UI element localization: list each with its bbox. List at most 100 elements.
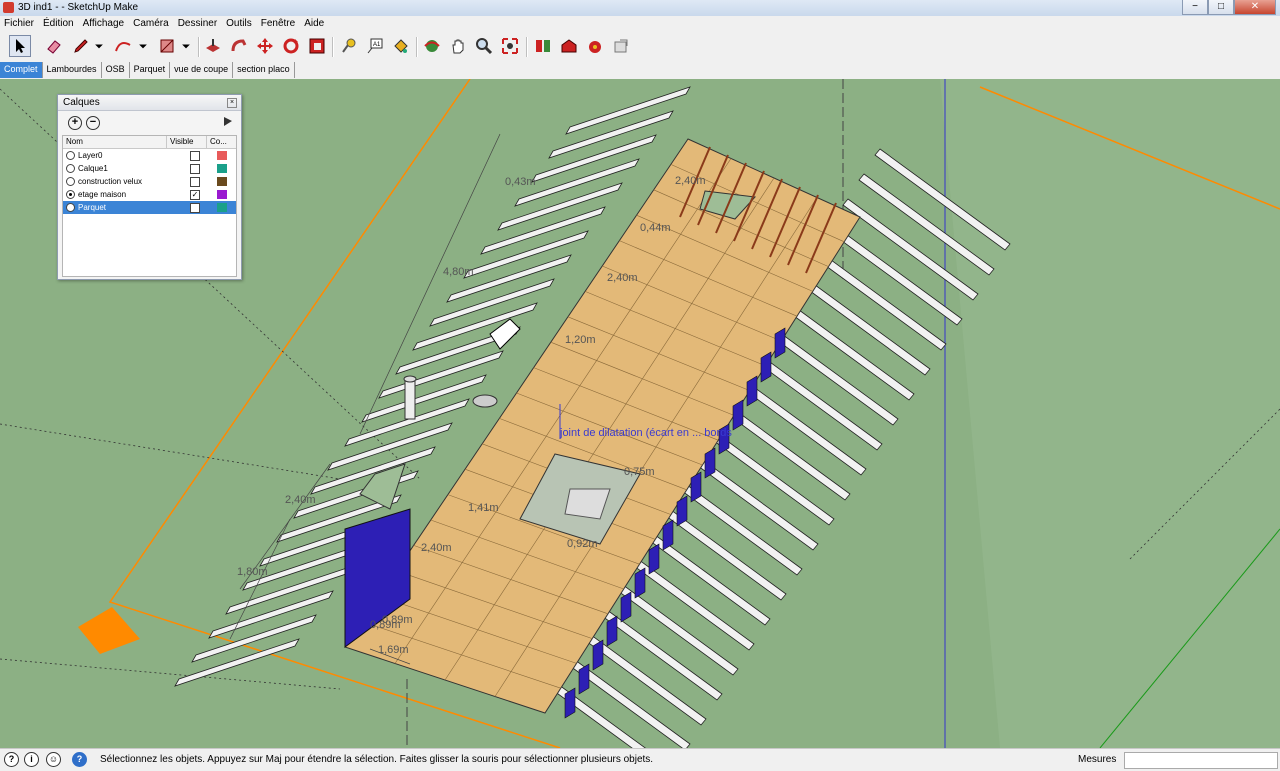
layer-color-swatch[interactable] (217, 203, 227, 212)
dimension-label: 0,92m (567, 538, 598, 550)
zoom-extents-icon[interactable] (499, 35, 521, 57)
layer-row[interactable]: Calque1 (63, 162, 236, 175)
panel-close-icon[interactable]: × (227, 98, 237, 108)
move-icon[interactable] (254, 35, 276, 57)
layer-color-swatch[interactable] (217, 190, 227, 199)
status-bar: ? i ☺ ? Sélectionnez les objets. Appuyez… (0, 748, 1280, 771)
layer-color-swatch[interactable] (217, 177, 227, 186)
rectangle-icon[interactable] (156, 35, 178, 57)
geo-location-icon[interactable]: ? (4, 752, 19, 767)
tab-lambourdes[interactable]: Lambourdes (43, 62, 102, 78)
share-icon[interactable] (610, 35, 632, 57)
layer-visible-checkbox[interactable] (190, 202, 200, 213)
layer-visible-checkbox[interactable]: ✓ (190, 189, 200, 200)
layer-row[interactable]: construction velux (63, 175, 236, 188)
menu-affichage[interactable]: Affichage (79, 16, 130, 32)
dimension-label: 0,44m (640, 222, 671, 234)
layer-name[interactable]: Calque1 (78, 164, 181, 173)
scene-tabs: Complet Lambourdes OSB Parquet vue de co… (0, 62, 295, 78)
dimension-label: 1,69m (378, 644, 409, 656)
dropdown-arrow-icon[interactable] (179, 35, 193, 57)
active-layer-radio[interactable] (66, 151, 75, 160)
offset-icon[interactable] (306, 35, 328, 57)
layer-color-swatch[interactable] (217, 151, 227, 160)
dimension-label: 1,41m (468, 502, 499, 514)
layer-name[interactable]: Parquet (78, 203, 181, 212)
menu-edition[interactable]: Édition (39, 16, 79, 32)
column-header-visible[interactable]: Visible (167, 136, 207, 148)
menu-outils[interactable]: Outils (222, 16, 257, 32)
details-arrow-icon[interactable] (223, 116, 233, 127)
layer-name[interactable]: construction velux (78, 177, 181, 186)
layer-row[interactable]: Parquet (63, 201, 236, 214)
menu-aide[interactable]: Aide (300, 16, 329, 32)
layer-visible-checkbox[interactable] (190, 176, 200, 187)
layers-panel: Calques × + − Nom Visible Co... Layer0 Ca… (57, 94, 242, 280)
user-icon[interactable]: ☺ (46, 752, 61, 767)
credits-icon[interactable]: i (24, 752, 39, 767)
layer-color-swatch[interactable] (217, 164, 227, 173)
instructor-help-icon[interactable]: ? (72, 752, 87, 767)
dimension-label: 0,89m (370, 619, 401, 631)
menu-dessiner[interactable]: Dessiner (174, 16, 222, 32)
dropdown-arrow-icon[interactable] (136, 35, 150, 57)
layer-row[interactable]: Layer0 (63, 149, 236, 162)
column-header-name[interactable]: Nom (63, 136, 167, 148)
zoom-icon[interactable] (473, 35, 495, 57)
maximize-button[interactable]: □ (1208, 0, 1234, 15)
active-layer-radio[interactable] (66, 164, 75, 173)
sketchup-app-icon (3, 2, 14, 13)
tab-vue-de-coupe[interactable]: vue de coupe (170, 62, 234, 78)
dropdown-arrow-icon[interactable] (92, 35, 106, 57)
menu-fenetre[interactable]: Fenêtre (257, 16, 300, 32)
rotate-icon[interactable] (280, 35, 302, 57)
layers-panel-title: Calques (58, 95, 241, 111)
add-layer-icon[interactable]: + (68, 116, 82, 130)
components-icon[interactable] (532, 35, 554, 57)
active-layer-radio[interactable] (66, 203, 75, 212)
dimension-label: 2,40m (607, 272, 638, 284)
column-header-color[interactable]: Co... (207, 136, 236, 148)
layer-visible-checkbox[interactable] (190, 150, 200, 161)
extension-icon[interactable] (584, 35, 606, 57)
pan-icon[interactable] (447, 35, 469, 57)
minimize-button[interactable]: − (1182, 0, 1208, 15)
tape-measure-icon[interactable] (338, 35, 360, 57)
paint-bucket-icon[interactable] (390, 35, 412, 57)
active-layer-radio[interactable] (66, 190, 75, 199)
remove-layer-icon[interactable]: − (86, 116, 100, 130)
eraser-icon[interactable] (43, 35, 65, 57)
layer-visible-checkbox[interactable] (190, 163, 200, 174)
dimension-label: 4,80m (443, 266, 474, 278)
menu-bar: Fichier Édition Affichage Caméra Dessine… (0, 16, 1280, 32)
measures-input[interactable] (1124, 752, 1278, 769)
dimension-label: 1,20m (565, 334, 596, 346)
dimension-label: 2,40m (421, 542, 452, 554)
select-icon[interactable] (9, 35, 31, 57)
warehouse-icon[interactable] (558, 35, 580, 57)
dimension-label: 0,75m (624, 466, 655, 478)
pencil-icon[interactable] (70, 35, 92, 57)
menu-fichier[interactable]: Fichier (0, 16, 39, 32)
dimension-label: 1,80m (237, 566, 268, 578)
follow-me-icon[interactable] (228, 35, 250, 57)
tab-osb[interactable]: OSB (102, 62, 130, 78)
push-pull-icon[interactable] (202, 35, 224, 57)
window-title: 3D ind1 - - SketchUp Make (18, 2, 139, 13)
tab-section-placo[interactable]: section placo (233, 62, 295, 78)
arc-icon[interactable] (112, 35, 134, 57)
dimension-label: 2,40m (675, 175, 706, 187)
layer-name[interactable]: Layer0 (78, 151, 181, 160)
tab-complet[interactable]: Complet (0, 62, 43, 78)
orbit-icon[interactable] (421, 35, 443, 57)
dimension-label: 0,43m (505, 176, 536, 188)
text-icon[interactable]: A1 (364, 35, 386, 57)
menu-camera[interactable]: Caméra (129, 16, 174, 32)
layer-row[interactable]: etage maison ✓ (63, 188, 236, 201)
measures-label: Mesures (1078, 754, 1117, 765)
layer-name[interactable]: etage maison (78, 190, 181, 199)
layers-table: Nom Visible Co... Layer0 Calque1 construct… (62, 135, 237, 277)
tab-parquet[interactable]: Parquet (130, 62, 171, 78)
close-button[interactable]: ✕ (1234, 0, 1276, 15)
active-layer-radio[interactable] (66, 177, 75, 186)
